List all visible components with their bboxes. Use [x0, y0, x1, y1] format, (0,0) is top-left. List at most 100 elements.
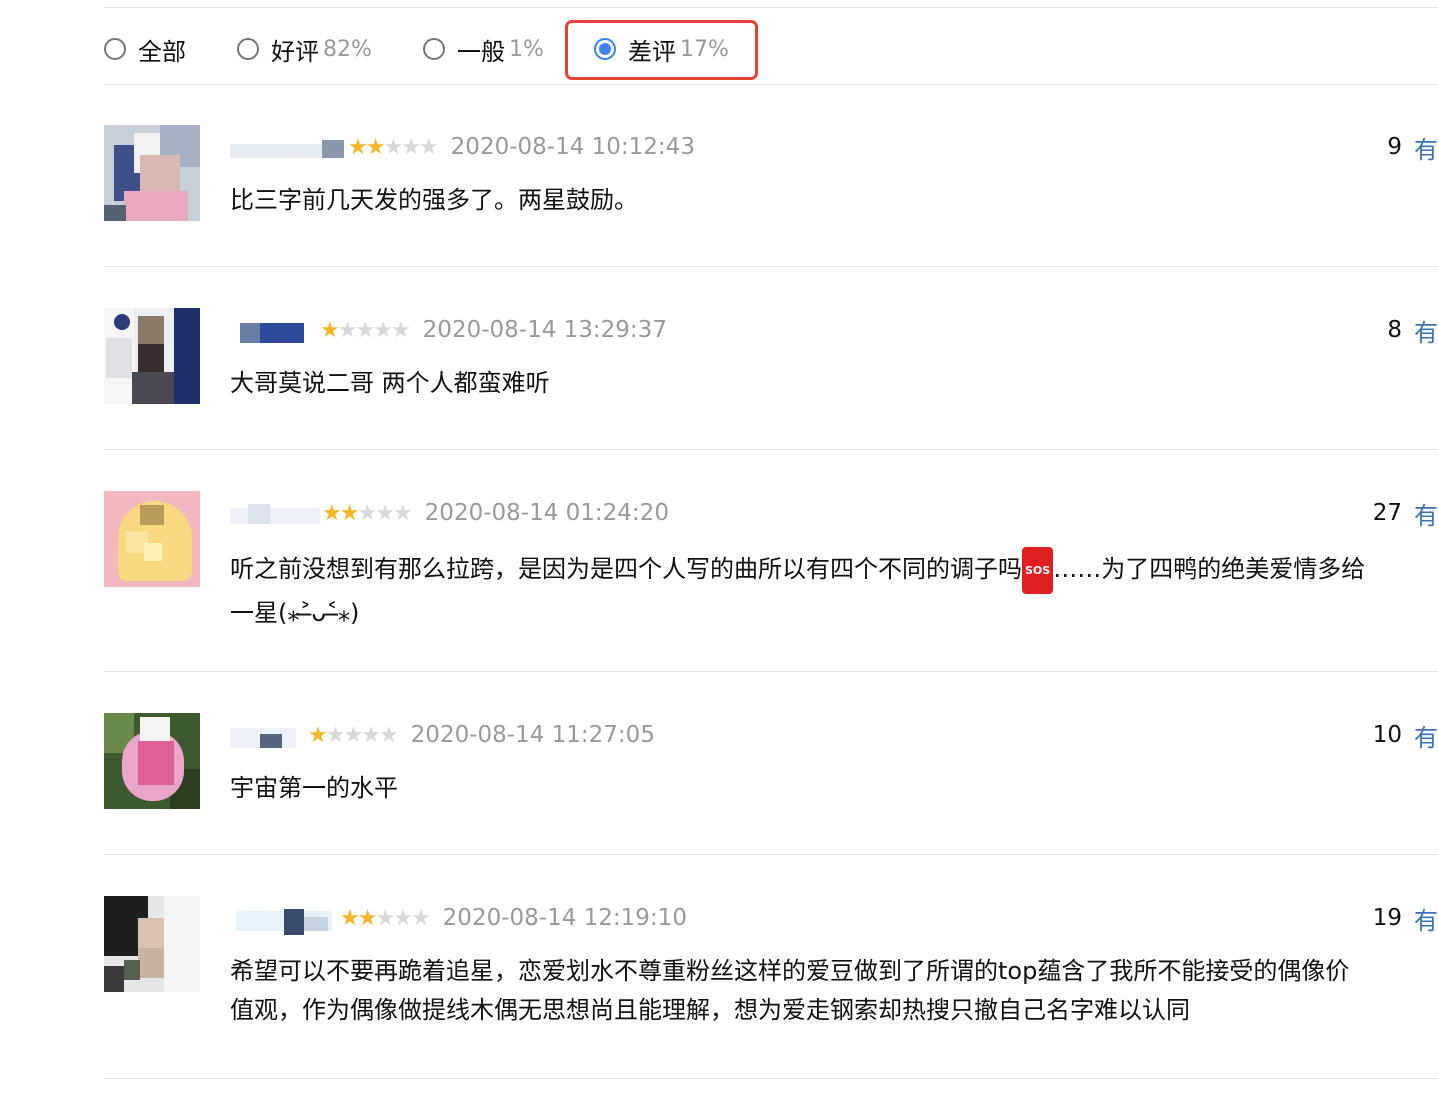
avatar[interactable]: [104, 491, 200, 587]
comment-item: ★★★★★ 2020-08-14 12:19:10 19 有用 希望可以不要再跪…: [104, 896, 1438, 1079]
comment-item: ★★★★★ 2020-08-14 10:12:43 9 有用 比三字前几天发的强…: [104, 125, 1438, 267]
vote-area: 10 有用: [1373, 717, 1438, 753]
vote-area: 19 有用: [1373, 900, 1438, 936]
star-empty-icon: ★: [337, 317, 358, 343]
comment-item: ★★★★★ 2020-08-14 01:24:20 27 有用 听之前没想到有那…: [104, 491, 1438, 672]
filter-negative-percent: 17%: [680, 36, 729, 62]
username-redacted[interactable]: [230, 317, 318, 343]
comment-divider: [104, 671, 1438, 672]
star-empty-icon: ★: [375, 500, 395, 526]
avatar[interactable]: [104, 713, 200, 809]
useful-button[interactable]: 有用: [1414, 130, 1438, 165]
star-filled-icon: ★: [365, 134, 386, 160]
comment-timestamp: 2020-08-14 01:24:20: [424, 500, 669, 526]
star-empty-icon: ★: [361, 722, 381, 748]
username-redacted[interactable]: [230, 722, 306, 748]
star-filled-icon: ★: [320, 317, 340, 343]
comment-meta: ★★★★★ 2020-08-14 10:12:43: [230, 129, 695, 165]
filter-neutral-label: 一般: [457, 37, 505, 66]
filter-all-label: 全部: [138, 37, 186, 66]
comment-timestamp: 2020-08-14 10:12:43: [450, 134, 695, 160]
comment-timestamp: 2020-08-14 13:29:37: [422, 317, 667, 343]
star-empty-icon: ★: [392, 500, 413, 526]
rating-stars: ★★★★★: [340, 905, 431, 931]
filter-divider: [104, 84, 1438, 85]
filter-negative-radio-icon[interactable]: [594, 38, 616, 60]
comment-meta: ★★★★★ 2020-08-14 12:19:10: [230, 900, 687, 936]
star-filled-icon: ★: [357, 905, 378, 931]
star-filled-icon: ★: [308, 722, 328, 748]
comment-text-line2: 值观，作为偶像做提线木偶无思想尚且能理解，想为爱走钢索却热搜只撤自己名字难以认同: [230, 996, 1190, 1024]
comment-divider: [104, 1078, 1438, 1079]
star-empty-icon: ★: [375, 905, 395, 931]
comment-timestamp: 2020-08-14 12:19:10: [442, 905, 687, 931]
star-empty-icon: ★: [378, 722, 399, 748]
useful-button[interactable]: 有用: [1414, 313, 1438, 348]
filter-all[interactable]: 全部: [104, 20, 186, 78]
filter-positive-radio-icon[interactable]: [237, 38, 259, 60]
sos-emoji-icon: SOS: [1022, 547, 1054, 594]
useful-button[interactable]: 有用: [1414, 718, 1438, 753]
rating-stars: ★★★★★: [320, 317, 411, 343]
vote-count: 19: [1372, 905, 1402, 931]
username-redacted[interactable]: [230, 905, 338, 935]
username-redacted[interactable]: [230, 134, 346, 160]
comment-text-line2: 一星(⁎˃̶ᴗ˂̶⁎): [230, 599, 360, 627]
filter-negative[interactable]: 差评 17%: [594, 20, 729, 78]
filter-all-radio-icon[interactable]: [104, 38, 126, 60]
vote-count: 10: [1372, 722, 1402, 748]
vote-count: 8: [1387, 317, 1402, 343]
star-empty-icon: ★: [401, 134, 421, 160]
filter-neutral-percent: 1%: [509, 36, 544, 62]
avatar[interactable]: [104, 125, 200, 221]
comment-text: 宇宙第一的水平: [230, 774, 398, 802]
star-empty-icon: ★: [355, 317, 375, 343]
star-empty-icon: ★: [418, 134, 439, 160]
rating-stars: ★★★★★: [308, 722, 399, 748]
avatar[interactable]: [104, 308, 200, 404]
comment-text-line1: 希望可以不要再跪着追星，恋爱划水不尊重粉丝这样的爱豆做到了所谓的top蕴含了我所…: [230, 957, 1350, 985]
username-redacted[interactable]: [230, 500, 320, 526]
rating-stars: ★★★★★: [322, 500, 413, 526]
star-empty-icon: ★: [393, 905, 413, 931]
star-empty-icon: ★: [383, 134, 403, 160]
star-filled-icon: ★: [340, 905, 360, 931]
comment-item: ★★★★★ 2020-08-14 13:29:37 8 有用 大哥莫说二哥 两个…: [104, 308, 1438, 450]
vote-count: 27: [1372, 500, 1402, 526]
top-divider: [104, 7, 1438, 8]
filter-positive-percent: 82%: [323, 36, 372, 62]
filter-neutral-radio-icon[interactable]: [423, 38, 445, 60]
comment-divider: [104, 449, 1438, 450]
filter-neutral[interactable]: 一般 1%: [423, 20, 544, 78]
comment-text: 大哥莫说二哥 两个人都蛮难听: [230, 369, 550, 397]
star-empty-icon: ★: [325, 722, 346, 748]
filter-negative-label: 差评: [628, 37, 676, 66]
vote-count: 9: [1387, 134, 1402, 160]
star-empty-icon: ★: [373, 317, 393, 343]
comment-text: 比三字前几天发的强多了。两星鼓励。: [230, 186, 638, 214]
star-empty-icon: ★: [357, 500, 377, 526]
useful-button[interactable]: 有用: [1414, 901, 1438, 936]
star-filled-icon: ★: [322, 500, 342, 526]
vote-area: 8 有用: [1387, 312, 1438, 348]
rating-filter-bar: 全部 好评 82% 一般 1% 差评 17%: [104, 20, 1438, 78]
vote-area: 27 有用: [1373, 495, 1438, 531]
comment-text-line1: 听之前没想到有那么拉跨，是因为是四个人写的曲所以有四个不同的调子吗: [230, 555, 1022, 583]
comment-text-line1-rest: ……为了四鸭的绝美爱情多给: [1053, 555, 1366, 583]
star-empty-icon: ★: [410, 905, 431, 931]
rating-stars: ★★★★★: [348, 134, 439, 160]
star-empty-icon: ★: [343, 722, 363, 748]
useful-button[interactable]: 有用: [1414, 496, 1438, 531]
comment-timestamp: 2020-08-14 11:27:05: [410, 722, 655, 748]
filter-positive-label: 好评: [271, 37, 319, 66]
comment-text: 希望可以不要再跪着追星，恋爱划水不尊重粉丝这样的爱豆做到了所谓的top蕴含了我所…: [230, 952, 1438, 1030]
filter-positive[interactable]: 好评 82%: [237, 20, 372, 78]
comment-meta: ★★★★★ 2020-08-14 01:24:20: [230, 495, 669, 531]
vote-area: 9 有用: [1387, 129, 1438, 165]
avatar[interactable]: [104, 896, 200, 992]
star-filled-icon: ★: [348, 134, 368, 160]
comment-divider: [104, 266, 1438, 267]
comment-item: ★★★★★ 2020-08-14 11:27:05 10 有用 宇宙第一的水平: [104, 713, 1438, 855]
comment-meta: ★★★★★ 2020-08-14 13:29:37: [230, 312, 667, 348]
comment-divider: [104, 854, 1438, 855]
